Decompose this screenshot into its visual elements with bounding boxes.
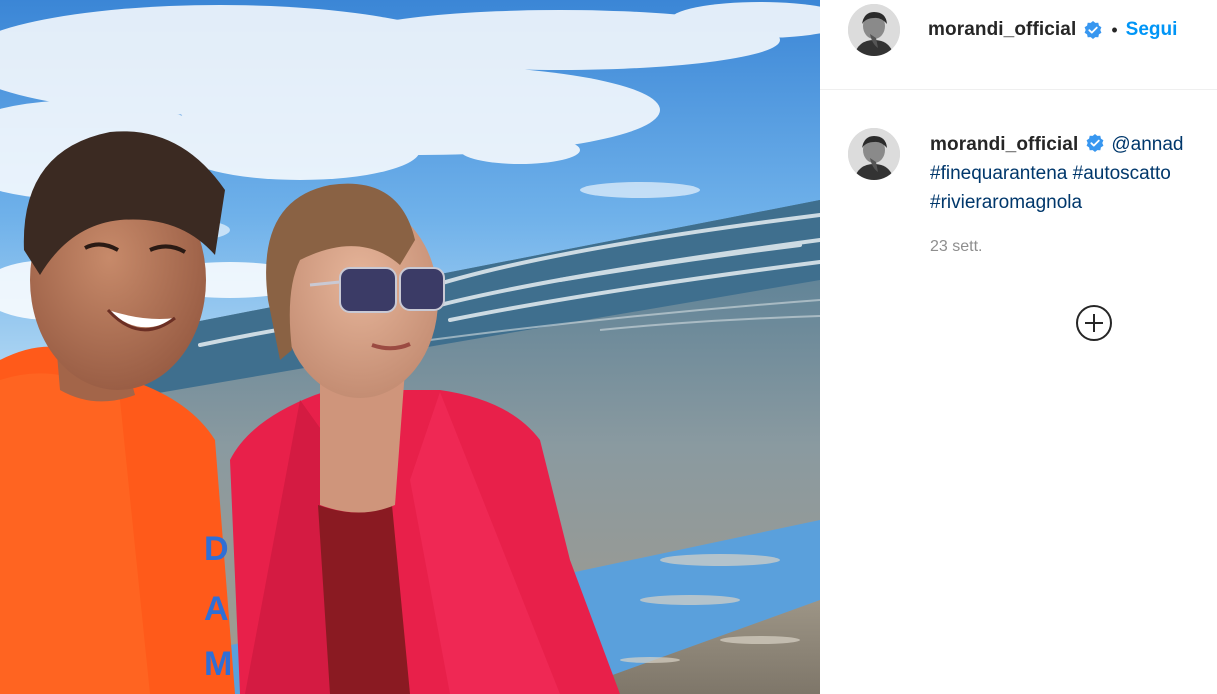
follow-button[interactable]: Segui: [1126, 19, 1178, 41]
mention-link[interactable]: @annad: [1111, 134, 1183, 155]
header-user-line: morandi_official • Segui: [928, 16, 1177, 44]
shirt-letter: D: [204, 530, 229, 568]
plus-circle-icon[interactable]: [1074, 303, 1114, 343]
username-link[interactable]: morandi_official: [928, 19, 1076, 41]
post-sidebar: morandi_official • Segui morandi_officia…: [820, 0, 1217, 694]
separator-dot: •: [1111, 19, 1118, 40]
profile-photo-icon: [848, 128, 900, 180]
hashtag-link[interactable]: #rivieraromagnola: [930, 192, 1082, 213]
caption-username-link[interactable]: morandi_official: [930, 134, 1078, 155]
verified-badge-icon: [1083, 20, 1103, 40]
avatar[interactable]: [848, 4, 900, 56]
caption-text: morandi_official @annad #finequarantena …: [930, 130, 1217, 217]
verified-badge-icon: [1085, 133, 1105, 153]
profile-photo-icon: [848, 4, 900, 56]
post-photo[interactable]: D A M: [0, 0, 820, 694]
shirt-letter: M: [204, 645, 232, 683]
post-timestamp[interactable]: 23 sett.: [930, 238, 982, 256]
avatar[interactable]: [848, 128, 900, 180]
shirt-letter: A: [204, 590, 229, 628]
post-header: morandi_official • Segui: [820, 0, 1217, 90]
hashtag-links[interactable]: #finequarantena #autoscatto: [930, 163, 1171, 184]
